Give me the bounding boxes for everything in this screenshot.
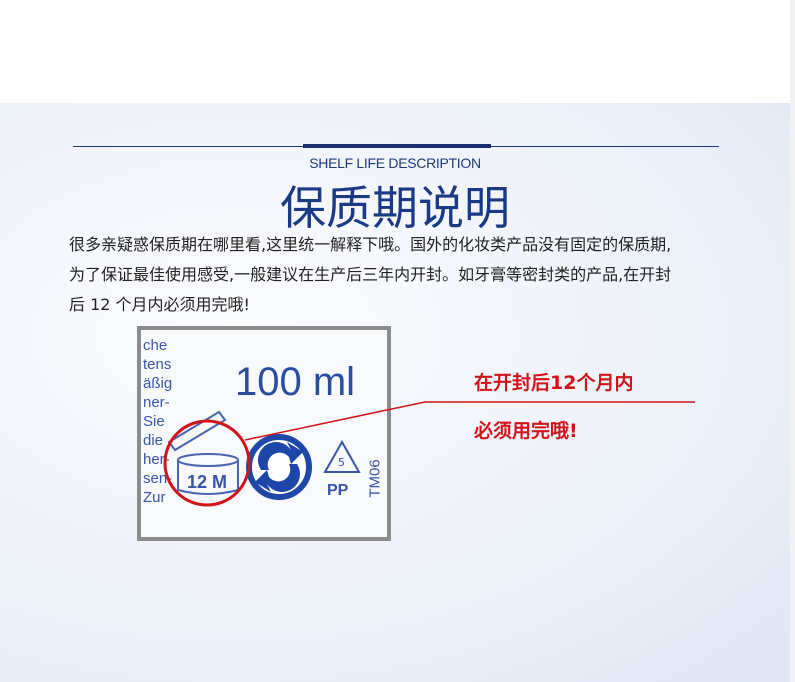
annotation-line-2: 必须用完哦! (474, 420, 578, 442)
pointer-line (244, 401, 426, 441)
annotation-lines (244, 401, 695, 441)
annotation-line-1: 在开封后12个月内 (474, 372, 634, 394)
